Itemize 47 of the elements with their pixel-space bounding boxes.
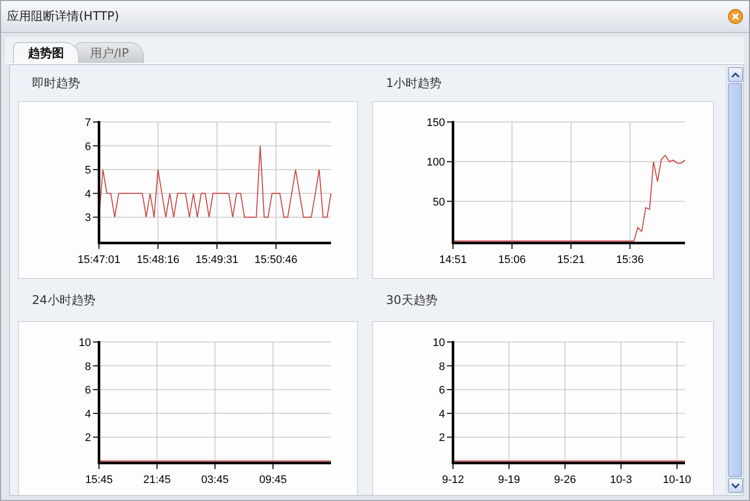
tick-label: 8 bbox=[438, 360, 445, 373]
tick-label: 9-26 bbox=[554, 474, 576, 486]
tick-label: 4 bbox=[438, 408, 445, 420]
tick-label: 8 bbox=[84, 360, 91, 373]
tick-label: 4 bbox=[84, 408, 91, 420]
chart-title: 即时趋势 bbox=[32, 74, 80, 92]
tick-label: 6 bbox=[84, 384, 91, 397]
tick-label: 4 bbox=[84, 188, 91, 200]
tick-label: 7 bbox=[84, 117, 91, 129]
tick-label: 9-19 bbox=[498, 474, 520, 486]
tick-label: 6 bbox=[438, 384, 445, 397]
tick-label: 100 bbox=[426, 156, 445, 169]
tick-label: 15:50:46 bbox=[254, 254, 298, 266]
tick-label: 2 bbox=[84, 432, 91, 444]
scrollbar[interactable] bbox=[726, 65, 743, 495]
scroll-thumb[interactable] bbox=[728, 83, 742, 477]
tick-label: 6 bbox=[84, 140, 91, 153]
scroll-down-icon[interactable] bbox=[728, 478, 743, 493]
chart-title: 24小时趋势 bbox=[32, 292, 96, 308]
tick-label: 50 bbox=[432, 196, 445, 208]
tick-label: 10-10 bbox=[662, 474, 692, 486]
tab[interactable]: 用户/IP bbox=[75, 42, 144, 63]
tick-label: 9-12 bbox=[442, 474, 464, 486]
tick-label: 21:45 bbox=[143, 474, 171, 486]
tick-label: 15:47:01 bbox=[78, 254, 120, 266]
chart-title: 1小时趋势 bbox=[386, 74, 442, 92]
tick-label: 5 bbox=[84, 164, 91, 177]
tick-label: 10 bbox=[78, 337, 91, 349]
tick-label: 09:45 bbox=[259, 474, 287, 486]
tick-label: 03:45 bbox=[201, 474, 229, 486]
tick-label: 10 bbox=[432, 337, 445, 349]
tick-label: 15:06 bbox=[498, 254, 526, 266]
window-title: 应用阻断详情(HTTP) bbox=[7, 8, 120, 25]
tab[interactable]: 趋势图 bbox=[13, 42, 79, 63]
tick-label: 15:49:31 bbox=[196, 254, 238, 266]
close-icon[interactable] bbox=[728, 9, 743, 24]
tick-label: 150 bbox=[426, 117, 445, 129]
tick-label: 2 bbox=[438, 432, 445, 444]
tick-label: 3 bbox=[84, 212, 91, 224]
tick-label: 15:48:16 bbox=[136, 254, 180, 266]
tick-label: 14:51 bbox=[439, 254, 467, 266]
chart-title: 30天趋势 bbox=[386, 292, 438, 308]
tick-label: 15:45 bbox=[85, 474, 113, 486]
tick-label: 15:36 bbox=[616, 254, 644, 266]
scroll-up-icon[interactable] bbox=[728, 67, 743, 82]
tick-label: 15:21 bbox=[557, 254, 585, 266]
tick-label: 10-3 bbox=[610, 474, 632, 486]
